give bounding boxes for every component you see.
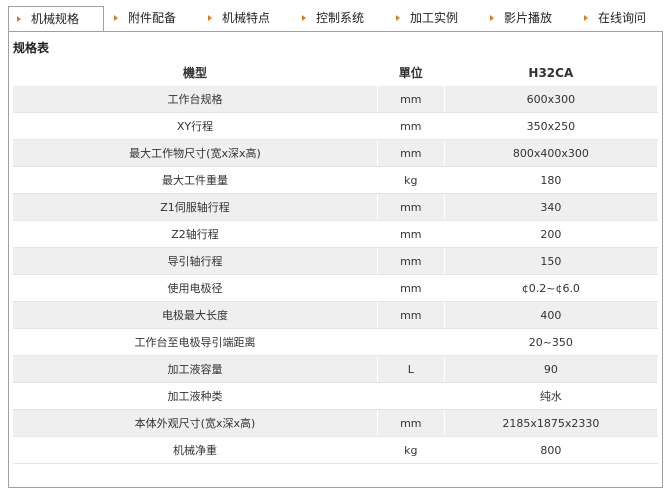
tab-bar: 机械规格 附件配备 机械特点 控制系统 加工实例 影片播放 在线询问 (8, 6, 664, 33)
tab-label: 影片播放 (504, 11, 553, 25)
arrow-right-icon (584, 15, 588, 21)
spec-unit: mm (377, 193, 445, 221)
spec-unit: mm (377, 274, 445, 302)
table-header-row: 機型 單位 H32CA (13, 59, 659, 86)
arrow-right-icon (490, 15, 494, 21)
spec-table: 機型 單位 H32CA 工作台规格 mm 600x300 XY行程 mm 350x250… (13, 59, 659, 464)
table-row: 导引轴行程 mm 150 (13, 247, 659, 275)
arrow-right-icon (208, 15, 212, 21)
spec-name: 最大工件重量 (13, 166, 378, 194)
arrow-right-icon (17, 16, 21, 22)
spec-name: 导引轴行程 (13, 247, 378, 275)
tab-label: 附件配备 (128, 11, 177, 25)
spec-value: 600x300 (444, 86, 659, 113)
spec-name: 最大工作物尺寸(宽x深x高) (13, 139, 378, 167)
arrow-right-icon (114, 15, 118, 21)
spec-value: 350x250 (444, 112, 659, 140)
header-model: 機型 (13, 59, 378, 86)
spec-value: ¢0.2~¢6.0 (444, 274, 659, 302)
spec-unit: mm (377, 220, 445, 248)
table-row: 机械净重 kg 800 (13, 436, 659, 464)
tab-video[interactable]: 影片播放 (482, 6, 574, 30)
spec-name: 本体外观尺寸(宽x深x高) (13, 409, 378, 437)
spec-name: 使用电极径 (13, 274, 378, 302)
spec-value: 400 (444, 301, 659, 329)
spec-name: 工作台规格 (13, 86, 378, 113)
spec-unit: kg (377, 436, 445, 464)
spec-value: 2185x1875x2330 (444, 409, 659, 437)
spec-value: 纯水 (444, 382, 659, 410)
spec-unit (377, 382, 445, 410)
table-row: 电极最大长度 mm 400 (13, 301, 659, 329)
tab-label: 控制系统 (316, 11, 365, 25)
spec-value: 340 (444, 193, 659, 221)
section-title: 规格表 (13, 41, 50, 55)
spec-name: 电极最大长度 (13, 301, 378, 329)
spec-unit (377, 328, 445, 356)
tab-label: 机械规格 (31, 12, 80, 26)
tab-machining-examples[interactable]: 加工实例 (388, 6, 480, 30)
spec-value: 20~350 (444, 328, 659, 356)
tab-label: 在线询问 (598, 11, 647, 25)
tab-features[interactable]: 机械特点 (200, 6, 292, 30)
spec-value: 90 (444, 355, 659, 383)
spec-unit: mm (377, 139, 445, 167)
spec-unit: kg (377, 166, 445, 194)
tab-label: 加工实例 (410, 11, 459, 25)
table-row: 加工液种类 纯水 (13, 382, 659, 410)
tab-control-system[interactable]: 控制系统 (294, 6, 386, 30)
header-h32ca: H32CA (444, 59, 659, 86)
table-row: Z1伺服轴行程 mm 340 (13, 193, 659, 221)
spec-unit: mm (377, 112, 445, 140)
table-row: 使用电极径 mm ¢0.2~¢6.0 (13, 274, 659, 302)
spec-name: 加工液容量 (13, 355, 378, 383)
spec-value: 180 (444, 166, 659, 194)
tab-machine-specs[interactable]: 机械规格 (8, 6, 104, 33)
spec-name: 工作台至电极导引端距离 (13, 328, 378, 356)
table-row: 最大工作物尺寸(宽x深x高) mm 800x400x300 (13, 139, 659, 167)
spec-name: Z1伺服轴行程 (13, 193, 378, 221)
table-row: 加工液容量 L 90 (13, 355, 659, 383)
tab-label: 机械特点 (222, 11, 271, 25)
spec-name: 机械净重 (13, 436, 378, 464)
table-row: 最大工件重量 kg 180 (13, 166, 659, 194)
spec-unit: mm (377, 247, 445, 275)
spec-value: 200 (444, 220, 659, 248)
table-row: 本体外观尺寸(宽x深x高) mm 2185x1875x2330 (13, 409, 659, 437)
spec-unit: L (377, 355, 445, 383)
spec-unit: mm (377, 301, 445, 329)
spec-name: XY行程 (13, 112, 378, 140)
arrow-right-icon (302, 15, 306, 21)
spec-value: 800x400x300 (444, 139, 659, 167)
spec-name: 加工液种类 (13, 382, 378, 410)
tab-online-inquiry[interactable]: 在线询问 (576, 6, 664, 30)
spec-unit: mm (377, 86, 445, 113)
tab-accessories[interactable]: 附件配备 (106, 6, 198, 30)
table-row: 工作台规格 mm 600x300 (13, 86, 659, 113)
table-row: XY行程 mm 350x250 (13, 112, 659, 140)
spec-value: 150 (444, 247, 659, 275)
spec-unit: mm (377, 409, 445, 437)
spec-name: Z2轴行程 (13, 220, 378, 248)
table-row: 工作台至电极导引端距离 20~350 (13, 328, 659, 356)
header-unit: 單位 (377, 59, 445, 86)
spec-value: 800 (444, 436, 659, 464)
table-row: Z2轴行程 mm 200 (13, 220, 659, 248)
arrow-right-icon (396, 15, 400, 21)
spec-panel: 规格表 機型 單位 H32CA 工作台规格 mm 600x300 XY行程 mm 350… (8, 31, 663, 488)
